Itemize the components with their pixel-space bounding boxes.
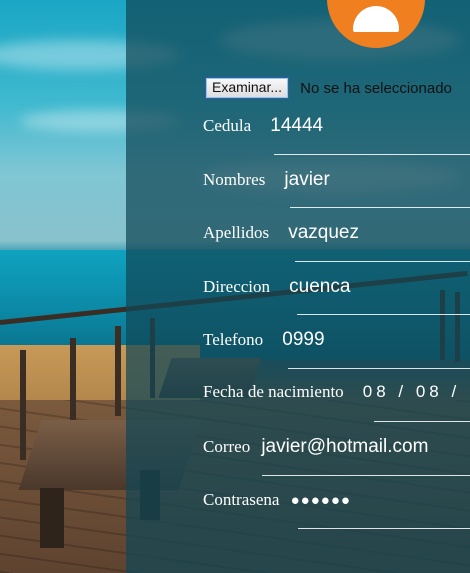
browse-button[interactable]: Examinar... (205, 77, 290, 99)
field-cedula[interactable]: Cedula 14444 (203, 115, 323, 155)
fecha-underline (374, 421, 470, 422)
file-input[interactable]: Examinar... No se ha seleccionado (205, 77, 452, 99)
correo-underline (262, 475, 470, 476)
cedula-underline (274, 154, 470, 155)
contrasena-underline (298, 528, 470, 529)
field-nombres[interactable]: Nombres javier (203, 169, 330, 209)
field-contrasena[interactable]: Contrasena ●●●●●● (203, 490, 351, 530)
field-label: Fecha de nacimiento (203, 382, 344, 401)
fecha-nacimiento-input[interactable]: 08 / 08 / (363, 382, 460, 402)
cedula-input[interactable]: 14444 (270, 115, 323, 137)
telefono-input[interactable]: 0999 (282, 329, 324, 351)
apellidos-underline (295, 261, 470, 262)
field-direccion[interactable]: Direccion cuenca (203, 276, 350, 316)
direccion-underline (297, 314, 470, 315)
field-fecha-nacimiento[interactable]: Fecha de nacimiento 08 / 08 / (203, 382, 460, 422)
field-label: Direccion (203, 277, 271, 296)
field-correo[interactable]: Correo javier@hotmail.com (203, 436, 428, 476)
field-label: Cedula (203, 116, 252, 135)
correo-input[interactable]: javier@hotmail.com (261, 436, 428, 458)
field-telefono[interactable]: Telefono 0999 (203, 329, 325, 369)
telefono-underline (288, 368, 470, 369)
field-label: Apellidos (203, 223, 270, 242)
field-label: Correo (203, 437, 251, 456)
contrasena-input[interactable]: ●●●●●● (291, 492, 351, 509)
field-label: Contrasena (203, 490, 280, 509)
nombres-input[interactable]: javier (284, 169, 329, 191)
field-apellidos[interactable]: Apellidos vazquez (203, 222, 359, 262)
field-label: Nombres (203, 170, 266, 189)
field-label: Telefono (203, 330, 264, 349)
file-status-text: No se ha seleccionado (300, 79, 452, 97)
apellidos-input[interactable]: vazquez (288, 222, 359, 244)
nombres-underline (290, 207, 470, 208)
direccion-input[interactable]: cuenca (289, 276, 350, 298)
